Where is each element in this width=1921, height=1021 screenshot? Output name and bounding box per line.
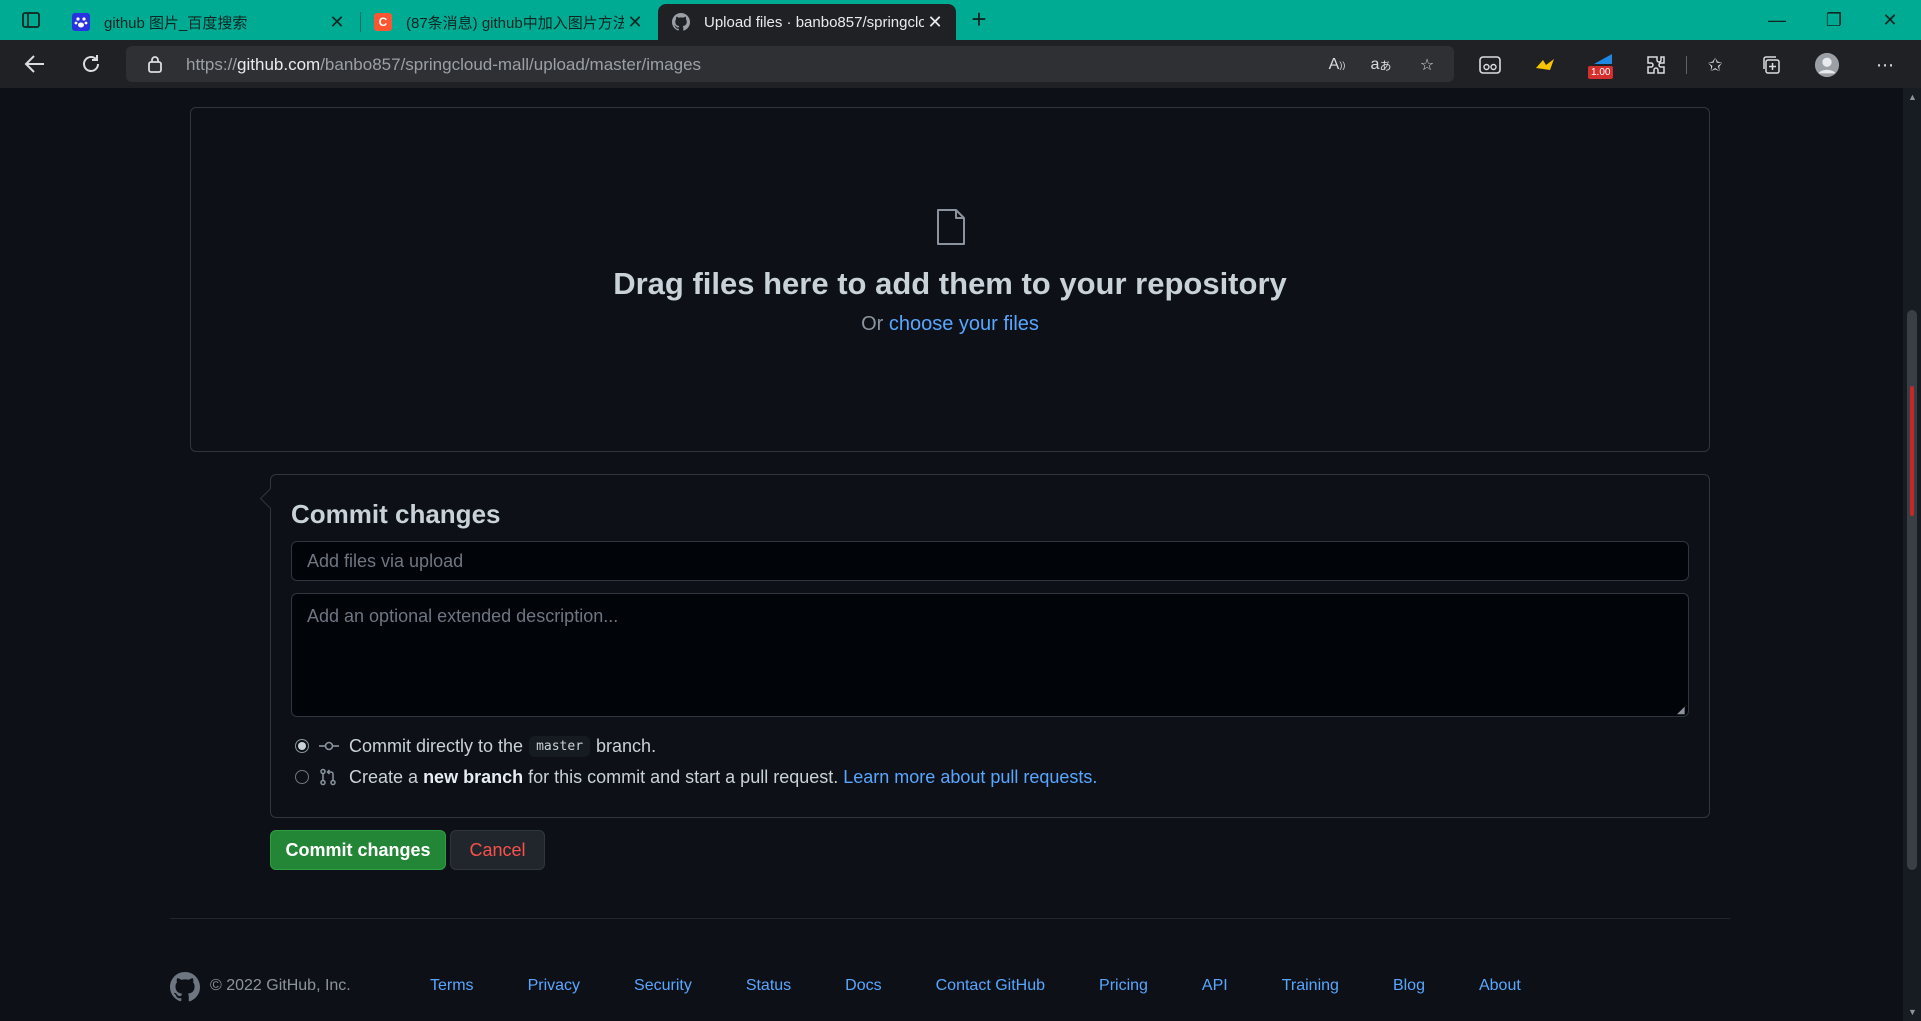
option-new-branch[interactable]: Create a new branch for this commit and … [295, 764, 1097, 790]
tab-title: (87条消息) github中加入图片方法 [406, 14, 624, 32]
footer-link-pricing[interactable]: Pricing [1099, 977, 1148, 995]
footer-link-status[interactable]: Status [746, 977, 791, 995]
add-favorite-icon[interactable]: ☆ [1416, 54, 1438, 76]
url-host: github.com [237, 55, 321, 74]
close-tab-icon[interactable]: ✕ [624, 12, 646, 33]
minimize-icon[interactable]: — [1757, 6, 1797, 34]
commit-direct-suffix: branch. [596, 735, 657, 756]
tab-title: Upload files · banbo857/springcloud-mall [704, 13, 924, 31]
commit-direct-text: Commit directly to the [349, 735, 524, 756]
browser-tab-strip: github 图片_百度搜索 ✕ C (87条消息) github中加入图片方法… [0, 0, 1921, 40]
github-icon [672, 13, 690, 31]
toolbar-divider [1686, 56, 1687, 74]
footer-link-about[interactable]: About [1479, 977, 1521, 995]
resize-grip-icon[interactable]: ◢ [1677, 705, 1685, 716]
tab-github-upload[interactable]: Upload files · banbo857/springcloud-mall… [658, 4, 956, 40]
scroll-up-arrow-icon[interactable]: ▲ [1908, 92, 1917, 102]
tab-actions-icon[interactable] [14, 8, 48, 32]
commit-description-textarea[interactable] [291, 593, 1689, 717]
cancel-button[interactable]: Cancel [450, 830, 545, 870]
more-menu-icon[interactable]: ⋯ [1872, 52, 1898, 78]
commit-direct-radio[interactable] [295, 739, 309, 753]
page-content: Drag files here to add them to your repo… [0, 88, 1903, 1021]
extension-yellow-icon[interactable] [1532, 52, 1558, 78]
github-logo-icon[interactable] [170, 972, 201, 1007]
address-bar[interactable]: https://github.com/banbo857/springcloud-… [126, 46, 1454, 82]
immersive-reader-icon[interactable] [1477, 52, 1503, 78]
footer-link-privacy[interactable]: Privacy [528, 977, 580, 995]
new-branch-bold: new branch [423, 766, 524, 787]
footer-link-training[interactable]: Training [1282, 977, 1339, 995]
close-tab-icon[interactable]: ✕ [326, 12, 348, 33]
git-commit-icon [319, 737, 339, 755]
footer-link-blog[interactable]: Blog [1393, 977, 1425, 995]
tab-csdn[interactable]: C (87条消息) github中加入图片方法 ✕ [360, 4, 656, 40]
tab-baidu[interactable]: github 图片_百度搜索 ✕ [58, 4, 358, 40]
commit-box-pointer [259, 487, 282, 510]
commit-changes-button[interactable]: Commit changes [270, 830, 446, 870]
footer-divider [170, 918, 1730, 919]
close-window-icon[interactable]: ✕ [1870, 6, 1910, 34]
refresh-icon[interactable] [76, 50, 106, 78]
new-branch-text: Create a [349, 766, 419, 787]
choose-files-link[interactable]: choose your files [889, 313, 1039, 335]
footer-copyright: © 2022 GitHub, Inc. [210, 977, 351, 994]
scroll-down-arrow-icon[interactable]: ▼ [1908, 1007, 1917, 1017]
option-commit-direct[interactable]: Commit directly to the master branch. [295, 733, 656, 759]
translate-icon[interactable]: aあ [1370, 54, 1392, 76]
dropzone-subtitle: Or choose your files [191, 313, 1709, 336]
favorites-icon[interactable]: ✩ [1702, 52, 1728, 78]
footer-link-contact[interactable]: Contact GitHub [936, 977, 1045, 995]
url-path: /banbo857/springcloud-mall/upload/master… [320, 55, 702, 74]
file-dropzone[interactable]: Drag files here to add them to your repo… [190, 107, 1710, 452]
new-branch-suffix: for this commit and start a pull request… [528, 766, 839, 787]
profile-avatar-icon[interactable] [1814, 52, 1840, 78]
branch-name-badge: master [529, 735, 591, 757]
url-text: https://github.com/banbo857/springcloud-… [186, 55, 701, 75]
close-tab-icon[interactable]: ✕ [924, 12, 946, 33]
pull-request-icon [319, 768, 339, 786]
read-aloud-icon[interactable]: A)) [1326, 54, 1348, 76]
extensions-puzzle-icon[interactable] [1643, 52, 1669, 78]
tab-title: github 图片_百度搜索 [104, 14, 248, 32]
new-branch-radio[interactable] [295, 770, 309, 784]
restore-icon[interactable]: ❐ [1814, 6, 1854, 34]
dropzone-title: Drag files here to add them to your repo… [613, 266, 1287, 301]
url-scheme: https:// [186, 55, 238, 74]
extension-badge: 1.00 [1588, 66, 1614, 79]
file-icon [935, 208, 967, 251]
commit-heading: Commit changes [291, 499, 501, 529]
scroll-find-marker [1910, 386, 1914, 516]
browser-toolbar: https://github.com/banbo857/springcloud-… [0, 40, 1921, 88]
footer-link-security[interactable]: Security [634, 977, 692, 995]
footer-link-docs[interactable]: Docs [845, 977, 881, 995]
speed-extension-icon[interactable]: 1.00 [1586, 52, 1620, 79]
commit-form: Commit changes ◢ Commit directly to the … [259, 474, 1710, 818]
learn-pull-requests-link[interactable]: Learn more about pull requests. [843, 767, 1097, 788]
new-tab-button[interactable]: + [966, 6, 992, 34]
baidu-paw-icon [72, 13, 90, 31]
csdn-c-icon: C [374, 13, 392, 31]
dropzone-or-text: Or [861, 313, 884, 335]
footer-links: Terms Privacy Security Status Docs Conta… [430, 977, 1575, 995]
footer-link-terms[interactable]: Terms [430, 977, 474, 995]
lock-icon[interactable] [148, 55, 162, 78]
collections-icon[interactable] [1758, 52, 1784, 78]
page-scrollbar[interactable]: ▲ ▼ [1903, 88, 1921, 1021]
commit-summary-input[interactable] [291, 541, 1689, 581]
back-arrow-icon[interactable] [20, 50, 50, 78]
footer-link-api[interactable]: API [1202, 977, 1228, 995]
